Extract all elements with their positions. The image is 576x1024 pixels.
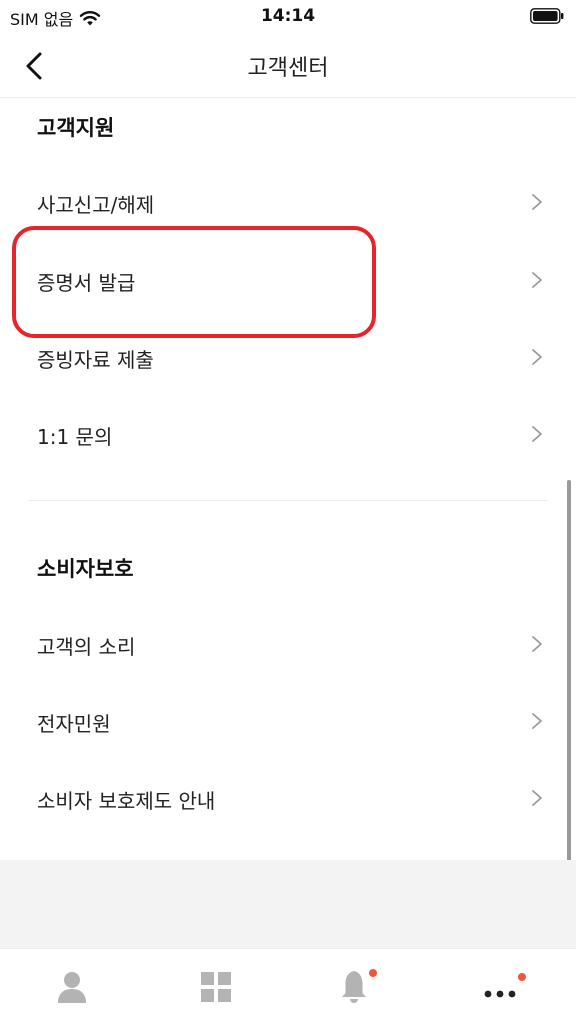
- menu-item-one-on-one-inquiry[interactable]: 1:1 문의: [0, 402, 576, 466]
- section-divider: [28, 500, 548, 501]
- grid-icon: [201, 972, 231, 1002]
- chevron-right-icon: [532, 790, 542, 806]
- chevron-right-icon: [532, 636, 542, 652]
- status-bar: SIM 없음 14:14: [0, 0, 576, 34]
- menu-item-label: 증빙자료 제출: [37, 348, 154, 372]
- menu-item-label: 전자민원: [37, 712, 111, 736]
- chevron-right-icon: [532, 426, 542, 442]
- tab-menu-grid[interactable]: [144, 949, 288, 1024]
- chevron-right-icon: [532, 272, 542, 288]
- notification-badge: [369, 969, 377, 977]
- highlight-box: [12, 226, 376, 338]
- section-title-customer-support: 고객지원: [37, 116, 115, 140]
- menu-item-label: 사고신고/해제: [37, 193, 155, 217]
- nav-bar: 고객센터: [0, 34, 576, 98]
- menu-item-label: 고객의 소리: [37, 635, 136, 659]
- menu-item-label: 소비자 보호제도 안내: [37, 789, 216, 813]
- menu-item-e-complaint[interactable]: 전자민원: [0, 689, 576, 753]
- more-icon: [484, 973, 526, 998]
- chevron-right-icon: [532, 713, 542, 729]
- screen: SIM 없음 14:14 고객센터 고객지원 사고신고/해제 증명서 발급 증빙…: [0, 0, 576, 1024]
- tab-notifications[interactable]: [288, 949, 432, 1024]
- battery-icon: [530, 8, 564, 24]
- bell-icon: [342, 969, 377, 1003]
- menu-item-consumer-protection-guide[interactable]: 소비자 보호제도 안내: [0, 766, 576, 830]
- section-title-consumer-protection: 소비자보호: [37, 557, 134, 581]
- menu-item-accident-report[interactable]: 사고신고/해제: [0, 170, 576, 234]
- person-icon: [58, 972, 86, 1003]
- tab-more[interactable]: [432, 949, 576, 1024]
- footer-spacer: [0, 860, 576, 948]
- more-badge: [518, 973, 526, 981]
- menu-content: 고객지원 사고신고/해제 증명서 발급 증빙자료 제출 1:1 문의 소비자보호…: [0, 98, 576, 860]
- tab-my-info[interactable]: [0, 949, 144, 1024]
- chevron-right-icon: [532, 349, 542, 365]
- chevron-right-icon: [532, 194, 542, 210]
- tab-bar: [0, 948, 576, 1024]
- menu-item-label: 1:1 문의: [37, 425, 113, 449]
- status-time: 14:14: [260, 6, 316, 26]
- page-title: 고객센터: [247, 56, 329, 81]
- menu-item-customer-voice[interactable]: 고객의 소리: [0, 612, 576, 676]
- scrollbar[interactable]: [567, 480, 571, 920]
